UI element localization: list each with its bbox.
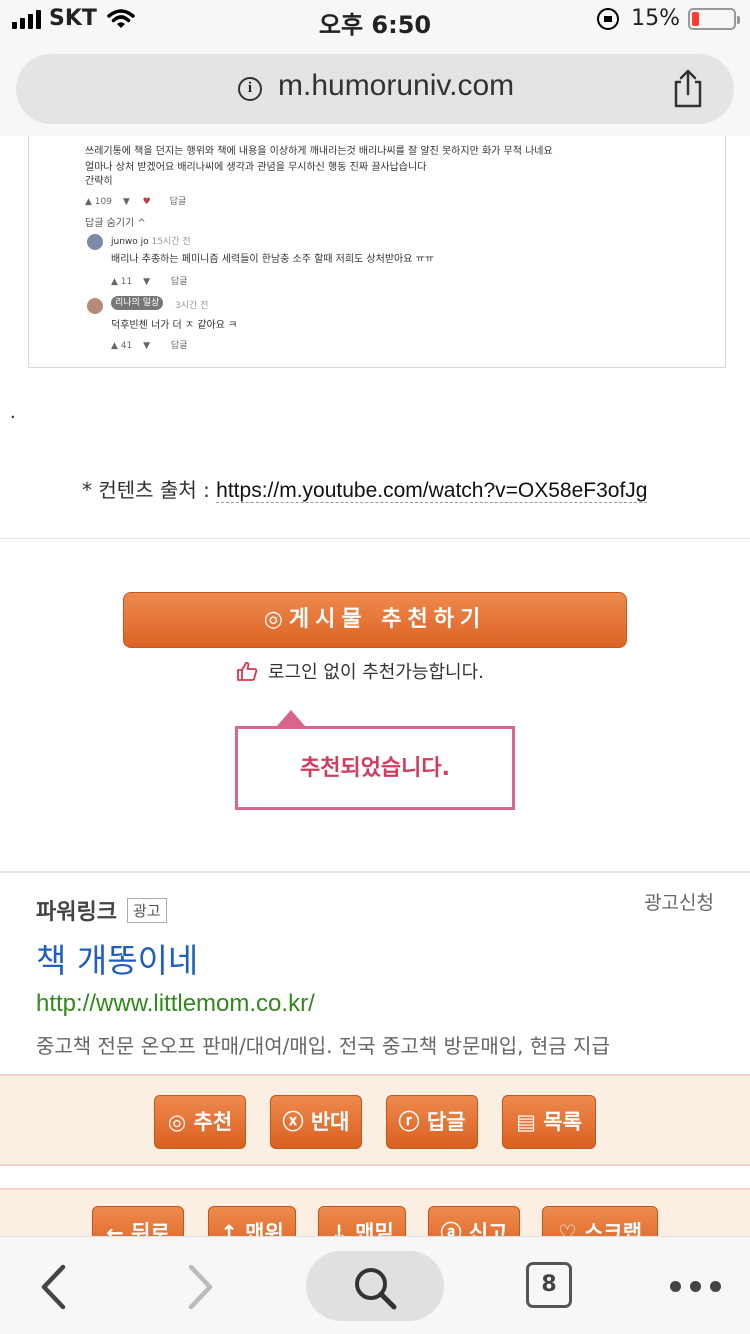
comment-line-cut: ·· ···· ··· ··· ··· ··· <box>85 136 158 141</box>
toast-arrow <box>277 710 305 726</box>
youtube-comments-screenshot: ·· ···· ··· ··· ··· ··· 쓰레기통에 책을 던지는 행위와… <box>28 136 726 368</box>
scroll-top-button[interactable]: ↑ 맨위 <box>208 1206 296 1236</box>
url-text[interactable]: m.humoruniv.com <box>278 69 514 103</box>
tabs-button[interactable]: 8 <box>526 1262 572 1308</box>
address-bar[interactable]: i m.humoruniv.com <box>16 54 734 124</box>
source-label: * 컨텐츠 출처 : <box>82 478 210 502</box>
thumb-down-icon: ▼ <box>143 341 151 351</box>
thumb-up-icon: ▲ <box>111 341 118 351</box>
orientation-lock-icon <box>597 7 620 30</box>
like-count: ▲ 109 ▼ ♥ 답글 <box>85 197 187 207</box>
divider <box>0 538 750 539</box>
more-icon[interactable] <box>670 1281 721 1292</box>
page-content: ·· ···· ··· ··· ··· ··· 쓰레기통에 책을 던지는 행위와… <box>0 136 750 1236</box>
browser-toolbar: 8 <box>0 1236 750 1334</box>
ad-description: 중고책 전문 온오프 판매/대여/매입. 전국 중고책 방문매입, 현금 지급 <box>36 1034 610 1058</box>
thumb-up-icon: ▲ <box>85 197 92 207</box>
reply-button[interactable]: ⓡ 답글 <box>386 1095 478 1149</box>
ad-headline[interactable]: 책 개똥이네 <box>36 934 198 982</box>
heart-icon: ♥ <box>142 197 151 207</box>
list-button[interactable]: ▤ 목록 <box>502 1095 596 1149</box>
reply-text: 덕후빈첸 너가 더 ㅈ 같아요 ㅋ <box>111 320 238 331</box>
ad-badge: 광고 <box>126 897 167 923</box>
content-source: * 컨텐츠 출처 : https://m.youtube.com/watch?v… <box>82 474 648 503</box>
recommended-toast: 추천되었습니다. <box>235 726 515 810</box>
share-icon[interactable] <box>670 68 706 108</box>
reply-link: 답글 <box>169 197 187 207</box>
comment-line: 얼마나 상처 받겠어요 배리나씨에 생각과 관념을 무시하신 행동 진짜 끌사납… <box>85 162 427 173</box>
avatar <box>87 298 103 314</box>
recommend-note: 로그인 없이 추천가능합니다. <box>236 658 484 684</box>
reply-author-chip: 리나의 일상 <box>111 296 164 310</box>
comment-line: 쓰레기통에 책을 던지는 행위와 책에 내용을 이상하게 깨내리는것 배리나씨를… <box>85 146 553 157</box>
reply-likes: ▲ 11 ▼ 답글 <box>111 277 188 287</box>
thumb-up-icon: ▲ <box>111 277 118 287</box>
battery-area: 15% <box>597 6 740 31</box>
hide-replies: 답글 숨기기 ^ <box>85 218 146 229</box>
reply-meta: junwo jo 15시간 전 <box>111 237 191 247</box>
recommend-button[interactable]: ◎ 추천 <box>154 1095 246 1149</box>
powerlink-header: 파워링크 광고 <box>36 894 167 926</box>
ad-url[interactable]: http://www.littlemom.co.kr/ <box>36 990 315 1018</box>
comment-line: 간략히 <box>85 176 113 187</box>
recommend-post-button[interactable]: ◎게시물 추천하기 <box>123 592 627 648</box>
reply-time: 3시간 전 <box>175 301 209 311</box>
thumb-up-icon <box>237 661 258 681</box>
reply-likes: ▲ 41 ▼ 답글 <box>111 341 188 351</box>
separator-dot: . <box>10 402 16 423</box>
back-chevron-icon[interactable] <box>38 1263 68 1311</box>
thumb-down-icon: ▼ <box>143 277 151 287</box>
battery-percent: 15% <box>631 6 680 31</box>
scroll-bottom-button[interactable]: ↓ 맨밑 <box>318 1206 406 1236</box>
search-icon <box>355 1268 397 1310</box>
report-button[interactable]: ⓐ 신고 <box>428 1206 520 1236</box>
oppose-button[interactable]: ⓧ 반대 <box>270 1095 362 1149</box>
ad-apply-link[interactable]: 광고신청 <box>644 888 714 915</box>
post-actions-bar: ◎ 추천 ⓧ 반대 ⓡ 답글 ▤ 목록 <box>0 1074 750 1166</box>
browser-header: i m.humoruniv.com <box>0 40 750 136</box>
scrap-button[interactable]: ♡ 스크랩 <box>542 1206 658 1236</box>
search-button[interactable] <box>306 1251 444 1321</box>
navigation-bar: ← 뒤로 ↑ 맨위 ↓ 맨밑 ⓐ 신고 ♡ 스크랩 <box>0 1188 750 1236</box>
back-button[interactable]: ← 뒤로 <box>92 1206 184 1236</box>
info-icon[interactable]: i <box>238 77 262 101</box>
avatar <box>87 234 103 250</box>
source-link[interactable]: https://m.youtube.com/watch?v=OX58eF3ofJ… <box>216 479 648 503</box>
divider <box>0 871 750 873</box>
battery-icon <box>688 7 740 30</box>
thumb-down-icon: ▼ <box>122 197 130 207</box>
forward-chevron-icon[interactable] <box>186 1263 216 1311</box>
status-bar: SKT 오후 6:50 15% <box>0 0 750 40</box>
reply-text: 배리나 추종하는 페미니즘 세력들이 한남충 소주 할때 저희도 상처받아요 ㅠ… <box>111 254 435 265</box>
